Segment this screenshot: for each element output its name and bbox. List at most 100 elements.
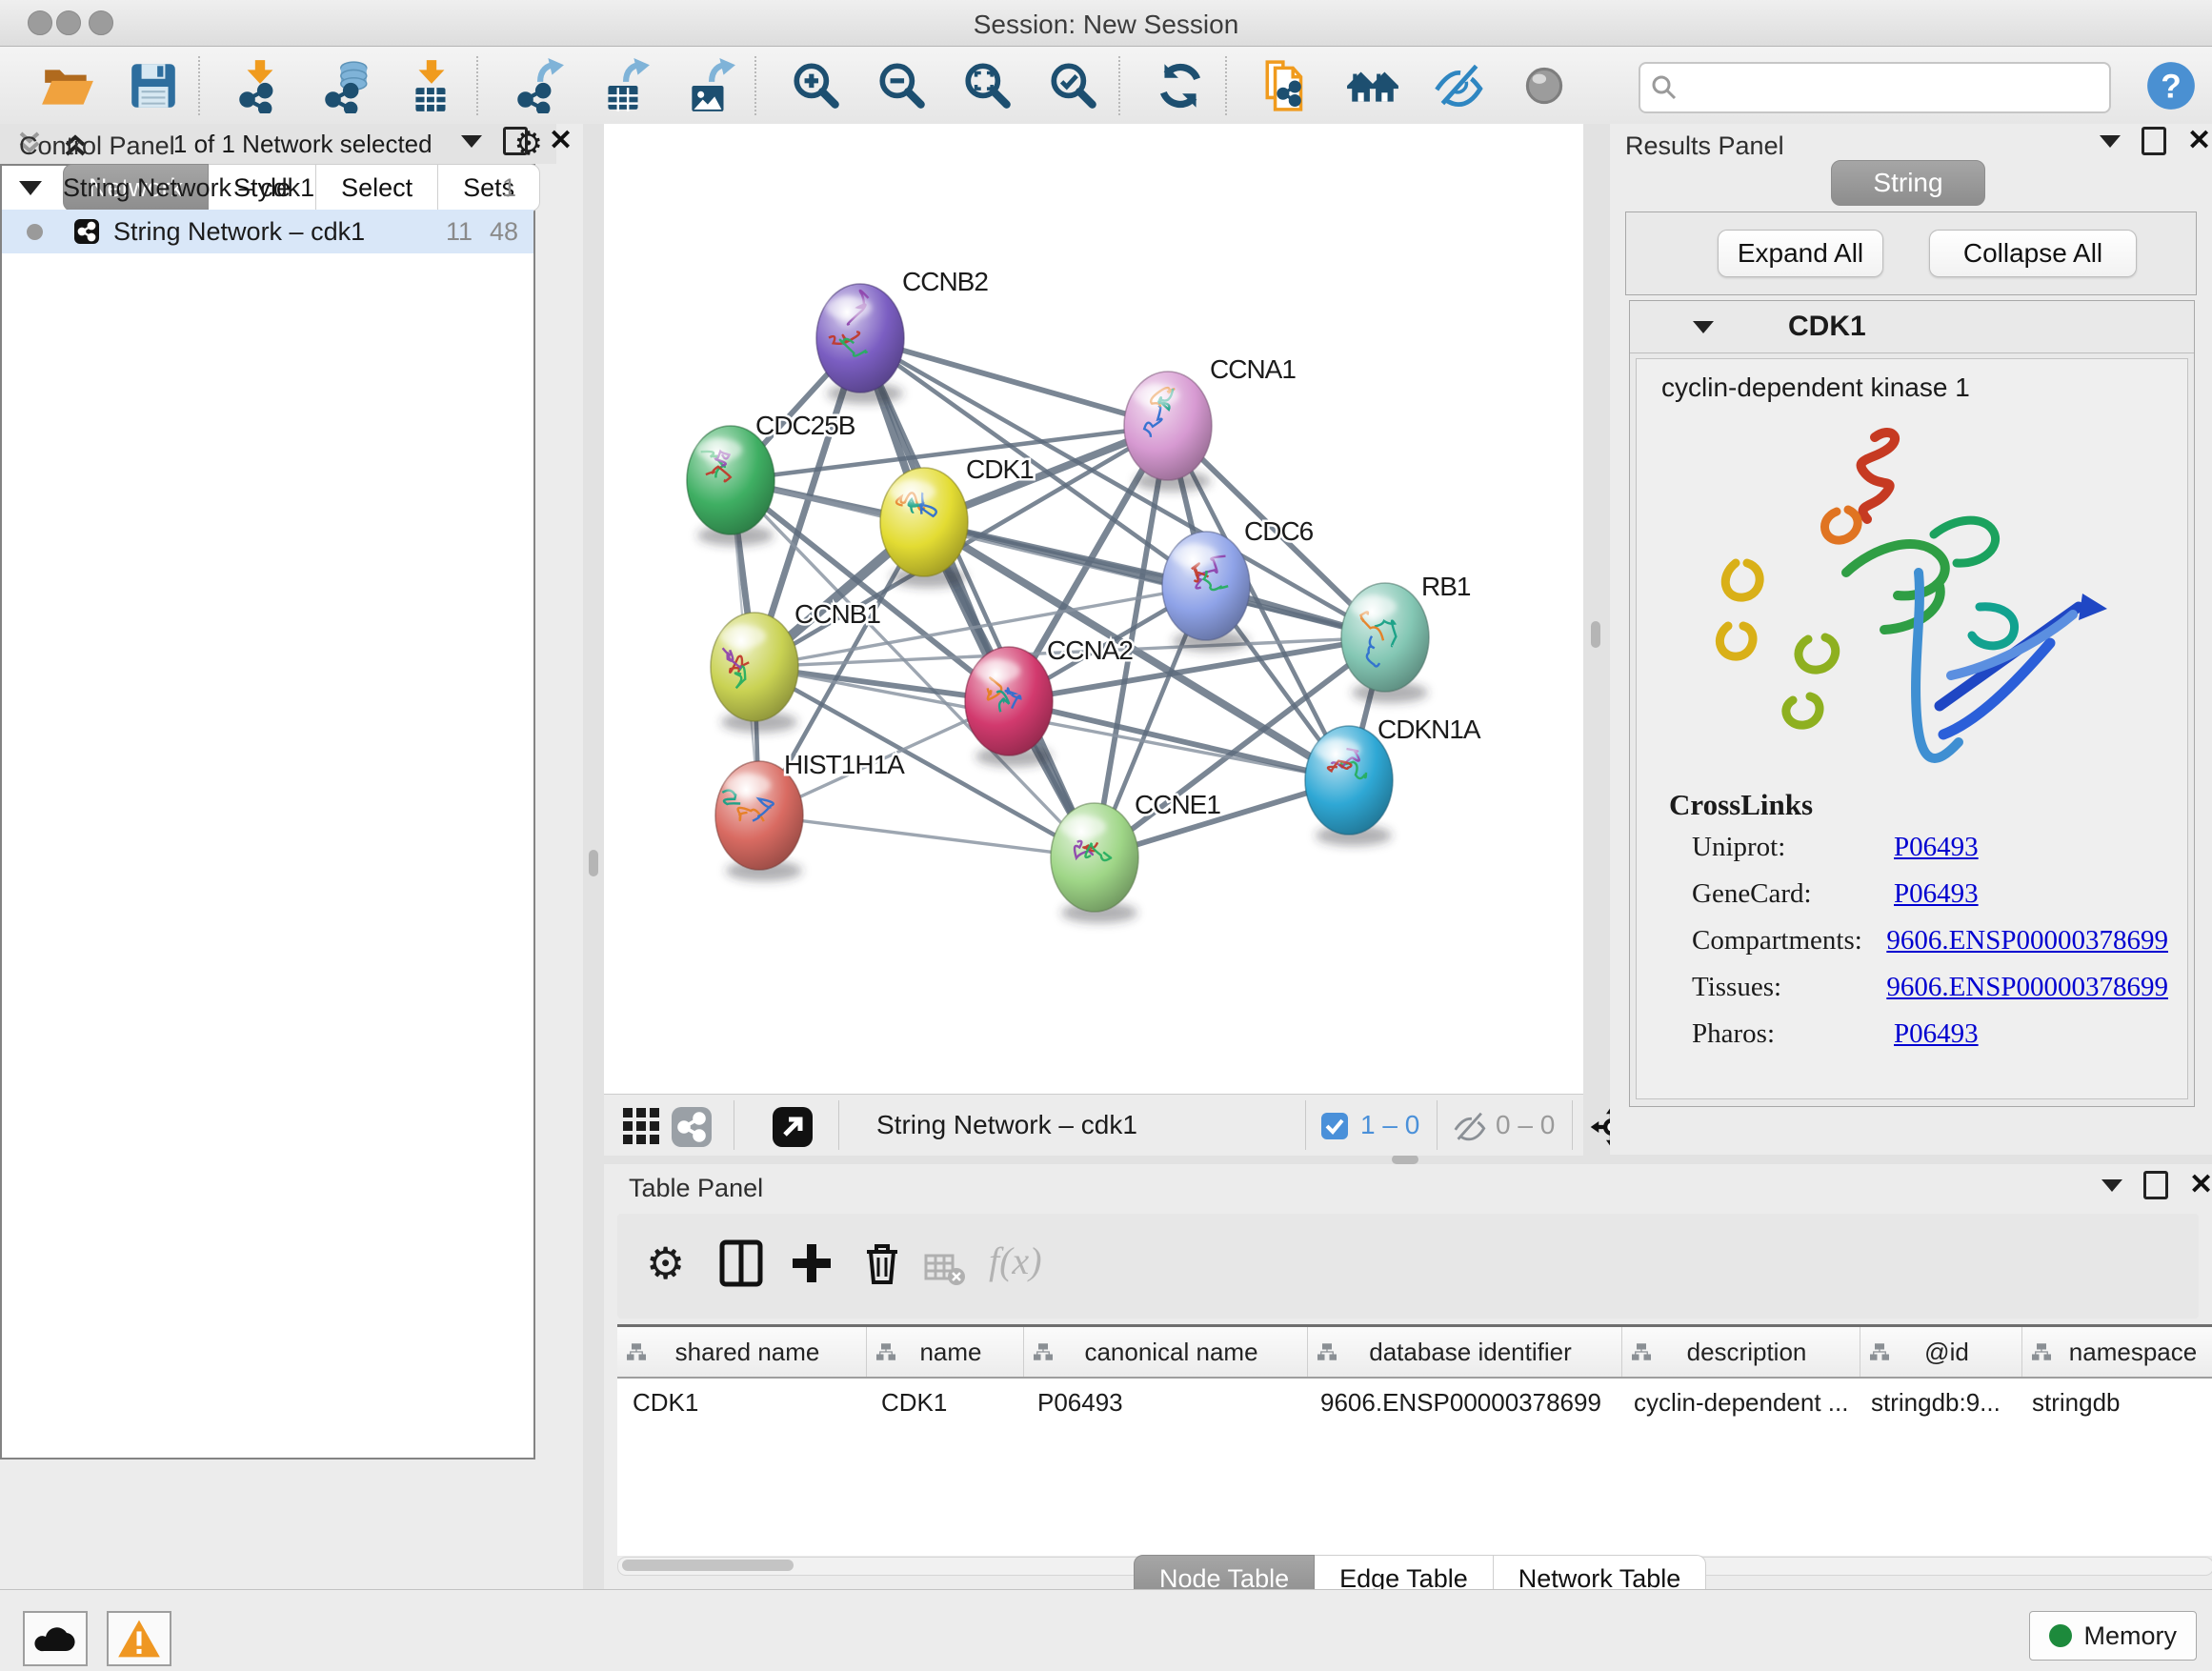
horizontal-splitter-handle[interactable] — [1392, 1155, 1418, 1164]
cell-id[interactable]: stringdb:9... — [1856, 1388, 2017, 1418]
show-columns-icon[interactable] — [716, 1238, 766, 1288]
section-collapse-icon[interactable] — [1693, 321, 1714, 333]
share-session-file-icon — [1259, 58, 1315, 113]
collapse-all-button[interactable]: Collapse All — [1929, 230, 2137, 277]
cell-canonicalname[interactable]: P06493 — [1022, 1388, 1305, 1418]
toolbar-separator — [198, 56, 200, 115]
edge-CCNB2-CCNA1[interactable] — [860, 338, 1168, 426]
delete-column-icon[interactable] — [857, 1238, 907, 1288]
panel-menu-icon[interactable] — [461, 135, 482, 148]
open-session-button[interactable] — [40, 58, 95, 113]
right-splitter-handle[interactable] — [1591, 621, 1600, 648]
close-panel-icon[interactable]: ✕ — [549, 127, 573, 155]
table-row[interactable]: CDK1CDK1P064939606.ENSP00000378699cyclin… — [617, 1379, 2212, 1426]
expand-all-button[interactable]: Expand All — [1718, 230, 1883, 277]
refresh-view-button[interactable] — [1153, 58, 1208, 113]
toolbar-separator — [1225, 56, 1227, 115]
network-row-label: String Network – cdk1 — [113, 217, 365, 247]
crosslink-value-link[interactable]: 9606.ENSP00000378699 — [1886, 925, 2168, 956]
birdseye-view-icon[interactable] — [772, 1106, 814, 1148]
hidden-eye-icon[interactable] — [1450, 1108, 1488, 1146]
hide-selected-button[interactable] — [1431, 58, 1486, 113]
crosslink-value-link[interactable]: P06493 — [1894, 832, 1979, 863]
column-header-canonicalname[interactable]: canonical name — [1024, 1327, 1308, 1377]
search-input[interactable] — [1639, 62, 2111, 113]
node-CDC6[interactable] — [1162, 532, 1250, 640]
show-hidden-button[interactable] — [1517, 58, 1572, 113]
hidden-counts: 0 – 0 — [1496, 1110, 1555, 1140]
cell-databaseidentifier[interactable]: 9606.ENSP00000378699 — [1305, 1388, 1619, 1418]
float-panel-icon[interactable] — [2142, 127, 2166, 155]
node-label-CDC25B: CDC25B — [755, 411, 855, 440]
column-header-namespace[interactable]: namespace — [2022, 1327, 2212, 1377]
edge-CCNB2-CCNE1[interactable] — [860, 338, 1095, 857]
network-row-selected[interactable]: String Network – cdk1 11 48 — [2, 210, 533, 253]
edge-HIST1H1A-CCNE1[interactable] — [759, 815, 1095, 857]
crosslink-value-link[interactable]: P06493 — [1894, 1018, 1979, 1050]
import-network-button[interactable] — [232, 58, 288, 113]
column-header-databaseidentifier[interactable]: database identifier — [1308, 1327, 1622, 1377]
node-CCNB2[interactable] — [816, 284, 904, 393]
show-grid-icon[interactable] — [621, 1106, 663, 1148]
column-header-id[interactable]: @id — [1860, 1327, 2022, 1377]
save-session-button[interactable] — [126, 58, 181, 113]
float-panel-icon[interactable] — [2143, 1171, 2168, 1199]
column-header-sharedname[interactable]: shared name — [617, 1327, 867, 1377]
cell-namespace[interactable]: stringdb — [2017, 1388, 2212, 1418]
tab-string[interactable]: String — [1831, 160, 1985, 206]
delete-table-icon[interactable] — [924, 1244, 966, 1294]
node-CCNA1[interactable] — [1124, 372, 1212, 480]
warning-button[interactable] — [107, 1611, 171, 1666]
float-panel-icon[interactable] — [503, 127, 528, 155]
network-view-canvas[interactable]: CCNB2CCNA1CDC25BCDK1CDC6RB1CCNB1CCNA2CDK… — [604, 124, 1583, 1094]
node-CCNA2[interactable] — [965, 647, 1053, 755]
close-panel-icon[interactable]: ✕ — [2189, 1171, 2212, 1199]
crosslink-value-link[interactable]: P06493 — [1894, 878, 1979, 910]
share-session-file-button[interactable] — [1259, 58, 1315, 113]
node-label-CCNA2: CCNA2 — [1047, 635, 1133, 665]
zoom-selected-button[interactable] — [1046, 58, 1101, 113]
cell-sharedname[interactable]: CDK1 — [617, 1388, 866, 1418]
column-header-name[interactable]: name — [867, 1327, 1024, 1377]
scrollbar-thumb[interactable] — [622, 1560, 794, 1571]
crosslink-value-link[interactable]: 9606.ENSP00000378699 — [1886, 972, 2168, 1003]
node-CCNE1[interactable] — [1051, 803, 1138, 912]
node-CDK1[interactable] — [880, 468, 968, 576]
panel-menu-icon[interactable] — [2100, 135, 2121, 148]
network-collection-row[interactable]: String Network – cdk1 1 — [2, 166, 533, 210]
import-network-icon — [232, 58, 288, 113]
import-table-button[interactable] — [404, 58, 459, 113]
zoom-fit-button[interactable] — [960, 58, 1016, 113]
column-header-description[interactable]: description — [1622, 1327, 1860, 1377]
string-toggle-icon[interactable] — [671, 1106, 713, 1148]
table-panel-controls: ✕ — [2101, 1168, 2212, 1202]
function-builder-icon[interactable]: f(x) — [989, 1238, 1094, 1288]
toolbar-separator — [1118, 56, 1120, 115]
export-table-button[interactable] — [596, 58, 652, 113]
panel-menu-icon[interactable] — [2101, 1179, 2122, 1192]
collapse-arrow-icon[interactable] — [19, 181, 42, 195]
export-image-button[interactable] — [682, 58, 737, 113]
cell-description[interactable]: cyclin-dependent ... — [1619, 1388, 1856, 1418]
help-button[interactable]: ? — [2143, 58, 2199, 113]
left-splitter-handle[interactable] — [589, 850, 598, 876]
show-hidden-icon — [1517, 58, 1572, 113]
zoom-out-button[interactable] — [875, 58, 930, 113]
selected-checkbox-icon[interactable] — [1320, 1112, 1349, 1140]
node-CDC25B[interactable] — [687, 426, 774, 534]
zoom-in-button[interactable] — [789, 58, 844, 113]
table-settings-gear-icon[interactable]: ⚙ — [646, 1238, 695, 1288]
string-home-button[interactable] — [1345, 58, 1400, 113]
cdk1-section-header[interactable]: CDK1 — [1630, 301, 2194, 353]
add-column-icon[interactable] — [787, 1238, 836, 1288]
zoom-out-icon — [875, 58, 930, 113]
close-panel-icon[interactable]: ✕ — [2187, 127, 2211, 155]
column-type-icon — [876, 1342, 895, 1361]
cell-name[interactable]: CDK1 — [866, 1388, 1022, 1418]
cloud-button[interactable] — [23, 1611, 88, 1666]
node-CCNB1[interactable] — [711, 613, 798, 721]
memory-button[interactable]: Memory — [2029, 1611, 2197, 1661]
export-network-button[interactable] — [511, 58, 566, 113]
node-RB1[interactable] — [1341, 583, 1429, 692]
import-network-database-button[interactable] — [318, 58, 373, 113]
